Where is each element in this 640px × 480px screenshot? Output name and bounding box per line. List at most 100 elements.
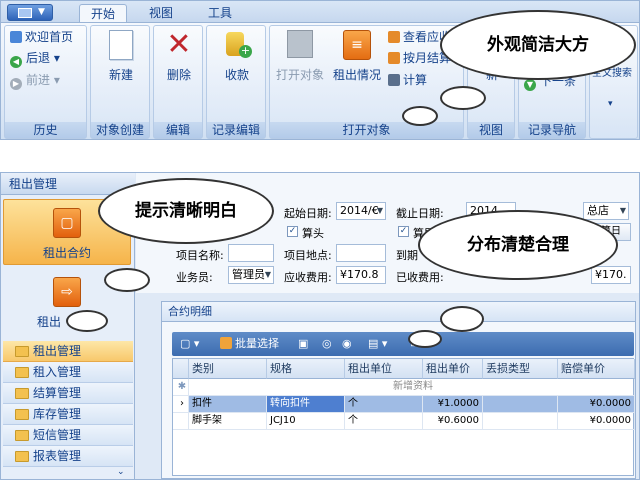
- calculate-button[interactable]: 计算: [388, 72, 427, 88]
- salesperson-select[interactable]: 管理员 ▼: [228, 266, 274, 284]
- nav-item-label: 租出管理: [33, 344, 82, 358]
- cell-spec[interactable]: 转向扣件: [267, 396, 345, 413]
- grid-row-header: [173, 359, 189, 379]
- count-end-checkbox[interactable]: ✓: [398, 226, 409, 237]
- back-button[interactable]: ◀ 后退 ▾: [10, 50, 60, 68]
- cell-loss-type[interactable]: [483, 396, 558, 413]
- store-select[interactable]: 总店 ▼: [583, 202, 629, 220]
- cell-compensation[interactable]: ¥0.0000: [558, 396, 635, 413]
- group-edit-label: 编辑: [154, 122, 202, 138]
- welcome-home-button[interactable]: 欢迎首页: [10, 29, 73, 45]
- nav-item-rent-in-mgmt[interactable]: 租入管理: [3, 362, 133, 383]
- chevron-down-icon: ▼: [376, 206, 383, 215]
- nav-item-settlement-mgmt[interactable]: 结算管理: [3, 383, 133, 404]
- project-location-field[interactable]: [336, 244, 386, 262]
- count-start-checkbox[interactable]: ✓: [287, 226, 298, 237]
- welcome-home-label: 欢迎首页: [25, 30, 74, 44]
- tab-view[interactable]: 视图: [139, 4, 183, 23]
- nav-item-label: 租入管理: [33, 365, 82, 379]
- new-button[interactable]: 新建: [99, 30, 143, 83]
- nav-tile-rent-contract-label: 租出合约: [42, 246, 91, 260]
- delete-button[interactable]: ✕ 删除: [157, 30, 201, 83]
- cell-category[interactable]: 脚手架: [189, 413, 267, 430]
- col-header-unit[interactable]: 租出单位: [345, 359, 423, 379]
- new-label: 新建: [108, 68, 133, 82]
- col-header-category[interactable]: 类别: [189, 359, 267, 379]
- start-date-value: 2014/€: [340, 204, 379, 217]
- project-location-label: 项目地点:: [284, 249, 332, 262]
- home-icon: [10, 31, 22, 43]
- tab-tools[interactable]: 工具: [198, 4, 242, 23]
- nav-item-sms-mgmt[interactable]: 短信管理: [3, 425, 133, 446]
- cell-price[interactable]: ¥1.0000: [423, 396, 483, 413]
- cell-compensation[interactable]: ¥0.0000: [558, 413, 635, 430]
- callout-dot: [408, 330, 442, 348]
- receivable-icon: [388, 31, 400, 43]
- cell-unit[interactable]: 个: [345, 413, 423, 430]
- new-row-icon[interactable]: ▢ ▾: [180, 336, 199, 352]
- end-date-label: 截止日期:: [396, 207, 444, 220]
- current-row-indicator-icon: ›: [173, 396, 189, 413]
- calculator-icon: [388, 74, 400, 86]
- folder-icon: [15, 367, 29, 378]
- receivable-value: ¥170.8: [340, 268, 379, 281]
- nav-item-label: 结算管理: [33, 386, 82, 400]
- project-name-field[interactable]: [228, 244, 274, 262]
- nav-expand-chevron-icon[interactable]: ⌄: [117, 467, 125, 477]
- col-header-price[interactable]: 租出单价: [423, 359, 483, 379]
- received-field[interactable]: ¥170.: [591, 266, 631, 284]
- new-row-placeholder[interactable]: 新增资料: [189, 379, 635, 396]
- cell-unit[interactable]: 个: [345, 396, 423, 413]
- due-date-label: 到期: [396, 249, 418, 262]
- tab-start[interactable]: 开始: [79, 4, 127, 23]
- row-indicator: [173, 413, 189, 430]
- folder-icon: [15, 388, 29, 399]
- cell-spec[interactable]: JCJ10: [267, 413, 345, 430]
- rent-status-button[interactable]: ≡ 租出情况: [330, 30, 384, 83]
- collect-payment-button[interactable]: + 收款: [215, 30, 259, 83]
- rent-out-icon: ⇨: [53, 277, 81, 307]
- col-header-loss-type[interactable]: 丢损类型: [483, 359, 558, 379]
- open-object-button[interactable]: 打开对象: [272, 30, 328, 83]
- contract-detail-title: 合约明细: [162, 302, 635, 322]
- nav-item-label: 短信管理: [33, 428, 82, 442]
- forward-button[interactable]: ▶ 前进 ▾: [10, 72, 60, 90]
- chevron-down-icon: ▾: [608, 99, 613, 109]
- batch-select-button[interactable]: 批量选择: [220, 336, 279, 352]
- folder-icon: [15, 430, 29, 441]
- callout-dot: [440, 86, 486, 110]
- coins-add-icon: +: [222, 30, 252, 60]
- nav-item-rent-out-mgmt[interactable]: 租出管理: [3, 341, 133, 362]
- callout-dot: [440, 306, 484, 332]
- cancel-icon[interactable]: ◎: [322, 336, 332, 352]
- export-icon[interactable]: ▤ ▾: [368, 336, 387, 352]
- col-header-compensation[interactable]: 赔偿单价: [558, 359, 635, 379]
- start-date-field[interactable]: 2014/€ ▼: [336, 202, 386, 220]
- group-open-object: 打开对象 ≡ 租出情况 查看应收 按月结算 计算 打开对象: [269, 25, 464, 139]
- confirm-icon[interactable]: ◉: [342, 336, 352, 352]
- batch-select-label: 批量选择: [235, 337, 279, 350]
- cell-category[interactable]: 扣件: [189, 396, 267, 413]
- salesperson-label: 业务员:: [176, 271, 213, 284]
- callout-layout: 分布清楚合理: [418, 210, 618, 280]
- group-open-object-label: 打开对象: [270, 122, 463, 138]
- folder-icon: [15, 451, 29, 462]
- group-object-create-label: 对象创建: [91, 122, 149, 138]
- cell-price[interactable]: ¥0.6000: [423, 413, 483, 430]
- nav-item-report-mgmt[interactable]: 报表管理: [3, 446, 133, 467]
- group-view-label: 视图: [468, 122, 514, 138]
- delete-x-icon: ✕: [166, 27, 192, 62]
- callout-dot: [66, 310, 108, 332]
- forward-arrow-icon: ▶: [10, 78, 22, 90]
- nav-item-inventory-mgmt[interactable]: 库存管理: [3, 404, 133, 425]
- col-header-spec[interactable]: 规格: [267, 359, 345, 379]
- rent-document-icon: ≡: [343, 30, 371, 60]
- new-document-icon: [109, 30, 133, 60]
- save-icon[interactable]: ▣: [298, 336, 308, 352]
- start-date-label: 起始日期:: [284, 207, 332, 220]
- salesperson-value: 管理员: [232, 268, 265, 281]
- application-menu-button[interactable]: ▼: [7, 4, 53, 21]
- cell-loss-type[interactable]: [483, 413, 558, 430]
- group-record-edit-label: 记录编辑: [207, 122, 265, 138]
- receivable-field[interactable]: ¥170.8: [336, 266, 386, 284]
